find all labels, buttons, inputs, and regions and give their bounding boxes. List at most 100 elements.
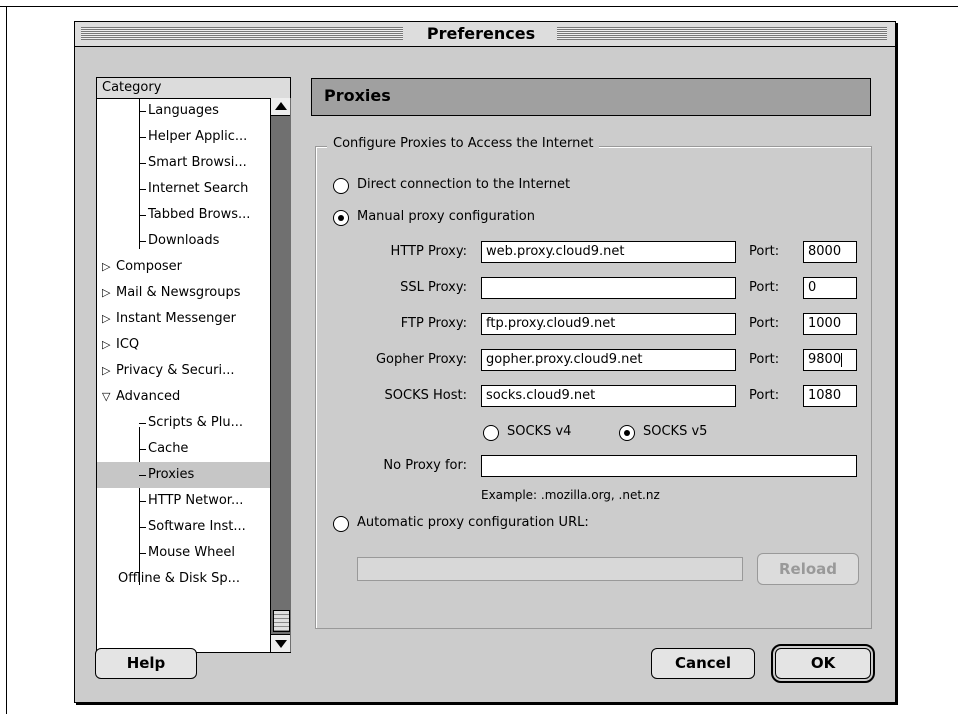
manual-proxy-radio[interactable] [333, 210, 349, 226]
tree-connector [139, 163, 146, 164]
no-proxy-input[interactable] [481, 455, 857, 477]
proxy-port-input[interactable]: 9800 [803, 349, 857, 371]
category-item-label: Mail & Newsgroups [116, 285, 241, 300]
category-item[interactable]: ▽ Advanced [97, 384, 270, 410]
category-item-label: Scripts & Plu... [148, 415, 243, 430]
port-label: Port: [749, 388, 780, 403]
page-frame-top [0, 6, 958, 7]
no-proxy-example: Example: .mozilla.org, .net.nz [481, 488, 660, 502]
category-header[interactable]: Category [97, 78, 290, 99]
category-list[interactable]: Category Languages Helper Applic... Smart … [96, 77, 291, 653]
tree-connector [139, 189, 146, 190]
expand-triangle-icon[interactable]: ▷ [102, 306, 110, 332]
category-item-label: Advanced [116, 389, 181, 404]
title-bar[interactable]: Preferences [75, 22, 895, 47]
tree-connector [139, 553, 146, 554]
expand-triangle-icon[interactable]: ▷ [102, 332, 110, 358]
category-item[interactable]: Cache [97, 436, 270, 462]
automatic-proxy-radio[interactable] [333, 516, 349, 532]
category-item-label: Cache [148, 441, 189, 456]
category-item[interactable]: ▷ Composer [97, 254, 270, 280]
scroll-up-arrow-icon[interactable] [271, 98, 290, 116]
category-item-label: Downloads [148, 233, 220, 248]
proxy-label: SSL Proxy: [400, 280, 467, 295]
tree-connector [139, 215, 146, 216]
cancel-button[interactable]: Cancel [651, 648, 755, 679]
automatic-proxy-url-input[interactable] [357, 557, 743, 581]
category-item[interactable]: HTTP Networ... [97, 488, 270, 514]
category-item[interactable]: Offline & Disk Sp... [97, 566, 270, 592]
category-item-label: Internet Search [148, 181, 249, 196]
socks-v5-label: SOCKS v5 [643, 424, 708, 439]
help-button[interactable]: Help [95, 648, 197, 679]
category-item[interactable]: Downloads [97, 228, 270, 254]
port-label: Port: [749, 244, 780, 259]
category-item-label: Proxies [148, 467, 195, 482]
socks-v4-radio[interactable] [483, 425, 499, 441]
category-item[interactable]: ▷ Privacy & Securi... [97, 358, 270, 384]
proxy-label: FTP Proxy: [400, 316, 467, 331]
proxy-port-input[interactable]: 1000 [803, 313, 857, 335]
category-item[interactable]: Smart Browsi... [97, 150, 270, 176]
proxy-label: Gopher Proxy: [375, 352, 467, 367]
preferences-window: Preferences Category Languages Helper App… [74, 21, 896, 703]
category-item[interactable]: Internet Search [97, 176, 270, 202]
port-label: Port: [749, 352, 780, 367]
proxy-host-input[interactable]: gopher.proxy.cloud9.net [481, 349, 736, 371]
expand-triangle-icon[interactable]: ▷ [102, 254, 110, 280]
collapse-triangle-icon[interactable]: ▽ [102, 384, 110, 410]
category-item-label: Instant Messenger [116, 311, 236, 326]
category-item[interactable]: Tabbed Brows... [97, 202, 270, 228]
panel-title: Proxies [324, 86, 391, 105]
category-item-label: Smart Browsi... [148, 155, 247, 170]
proxy-host-input[interactable]: ftp.proxy.cloud9.net [481, 313, 736, 335]
title-bar-stripes-left [81, 27, 403, 40]
category-item-label: Mouse Wheel [148, 545, 236, 560]
proxy-label: HTTP Proxy: [390, 244, 467, 259]
tree-connector [139, 423, 146, 424]
tree-connector [139, 137, 146, 138]
category-item-label: Software Inst... [148, 519, 246, 534]
category-item[interactable]: Software Inst... [97, 514, 270, 540]
category-item-label: Tabbed Brows... [148, 207, 251, 222]
category-item[interactable]: Mouse Wheel [97, 540, 270, 566]
port-label: Port: [749, 280, 780, 295]
proxy-port-input[interactable]: 0 [803, 277, 857, 299]
text-caret [841, 352, 843, 367]
category-item[interactable]: ▷ ICQ [97, 332, 270, 358]
category-item[interactable]: ▷ Mail & Newsgroups [97, 280, 270, 306]
socks-v5-radio[interactable] [619, 425, 635, 441]
manual-proxy-label: Manual proxy configuration [357, 209, 535, 224]
direct-connection-radio[interactable] [333, 178, 349, 194]
category-item[interactable]: Proxies [97, 462, 270, 488]
panel-header: Proxies [311, 78, 871, 116]
category-item-label: Composer [116, 259, 183, 274]
category-item[interactable]: Helper Applic... [97, 124, 270, 150]
scroll-thumb[interactable] [273, 610, 290, 632]
proxy-host-input[interactable]: web.proxy.cloud9.net [481, 241, 736, 263]
category-item[interactable]: Languages [97, 98, 270, 124]
automatic-proxy-label: Automatic proxy configuration URL: [357, 515, 589, 530]
proxy-config-group-label: Configure Proxies to Access the Internet [327, 136, 600, 151]
ok-button[interactable]: OK [771, 644, 875, 683]
category-item-label: Languages [148, 103, 219, 118]
proxy-port-input[interactable]: 1080 [803, 385, 857, 407]
proxy-host-input[interactable]: socks.cloud9.net [481, 385, 736, 407]
reload-button[interactable]: Reload [757, 553, 859, 585]
proxy-port-input[interactable]: 8000 [803, 241, 857, 263]
page-frame-left [6, 6, 7, 714]
category-scrollbar[interactable] [270, 98, 291, 652]
direct-connection-label: Direct connection to the Internet [357, 177, 571, 192]
expand-triangle-icon[interactable]: ▷ [102, 280, 110, 306]
category-item-label: Privacy & Securi... [116, 363, 235, 378]
tree-connector [139, 475, 146, 476]
category-item-label: ICQ [116, 337, 140, 352]
tree-connector [139, 449, 146, 450]
window-title: Preferences [411, 23, 551, 45]
category-item[interactable]: ▷ Instant Messenger [97, 306, 270, 332]
scroll-down-arrow-icon[interactable] [271, 634, 290, 652]
tree-connector [139, 241, 146, 242]
proxy-host-input[interactable] [481, 277, 736, 299]
category-item[interactable]: Scripts & Plu... [97, 410, 270, 436]
expand-triangle-icon[interactable]: ▷ [102, 358, 110, 384]
